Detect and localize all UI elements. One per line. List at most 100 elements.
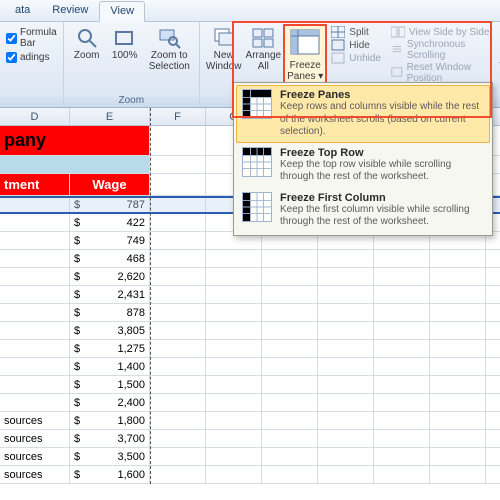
cell[interactable] bbox=[374, 466, 430, 483]
cell[interactable] bbox=[206, 376, 262, 393]
cell[interactable] bbox=[374, 358, 430, 375]
cell[interactable] bbox=[206, 322, 262, 339]
cell[interactable] bbox=[318, 448, 374, 465]
cell[interactable] bbox=[206, 358, 262, 375]
cell[interactable] bbox=[262, 250, 318, 267]
table-row[interactable]: sources$1,600 bbox=[0, 466, 500, 484]
cell-wage[interactable]: $3,500 bbox=[70, 448, 150, 465]
cell-dept[interactable] bbox=[0, 196, 70, 213]
zoom-button[interactable]: Zoom bbox=[68, 24, 106, 63]
cell[interactable] bbox=[150, 304, 206, 321]
company-banner[interactable]: pany bbox=[0, 126, 150, 155]
cell[interactable] bbox=[150, 394, 206, 411]
tab-review[interactable]: Review bbox=[41, 0, 99, 21]
cell[interactable] bbox=[206, 268, 262, 285]
cell[interactable] bbox=[318, 394, 374, 411]
chk-headings[interactable]: adings bbox=[6, 52, 57, 63]
cell[interactable] bbox=[374, 448, 430, 465]
cell[interactable] bbox=[318, 430, 374, 447]
cell[interactable] bbox=[430, 322, 486, 339]
table-row[interactable]: $1,400 bbox=[0, 358, 500, 376]
cell[interactable] bbox=[262, 412, 318, 429]
header-wage[interactable]: Wage bbox=[70, 174, 150, 195]
cell[interactable] bbox=[374, 286, 430, 303]
cell[interactable] bbox=[206, 286, 262, 303]
cell[interactable] bbox=[374, 250, 430, 267]
table-row[interactable]: $1,275 bbox=[0, 340, 500, 358]
cell[interactable] bbox=[206, 412, 262, 429]
cell[interactable] bbox=[318, 466, 374, 483]
cell[interactable] bbox=[318, 340, 374, 357]
cell[interactable] bbox=[374, 322, 430, 339]
table-row[interactable]: $468 bbox=[0, 250, 500, 268]
cell[interactable] bbox=[430, 430, 486, 447]
cell[interactable] bbox=[374, 412, 430, 429]
tab-view[interactable]: View bbox=[99, 1, 145, 22]
table-row[interactable]: $878 bbox=[0, 304, 500, 322]
cell[interactable] bbox=[150, 286, 206, 303]
cell[interactable] bbox=[150, 232, 206, 249]
cell[interactable] bbox=[150, 448, 206, 465]
cell[interactable] bbox=[430, 394, 486, 411]
hide-button[interactable]: Hide bbox=[331, 39, 381, 51]
cell[interactable] bbox=[318, 376, 374, 393]
cell[interactable] bbox=[430, 448, 486, 465]
cell[interactable] bbox=[262, 466, 318, 483]
cell-wage[interactable]: $2,431 bbox=[70, 286, 150, 303]
cell[interactable] bbox=[318, 412, 374, 429]
cell-wage[interactable]: $787 bbox=[70, 196, 150, 213]
cell-wage[interactable]: $1,500 bbox=[70, 376, 150, 393]
cell[interactable] bbox=[150, 466, 206, 483]
cell[interactable] bbox=[430, 250, 486, 267]
cell[interactable] bbox=[374, 376, 430, 393]
menu-freeze-top-row[interactable]: Freeze Top Row Keep the top row visible … bbox=[236, 143, 490, 188]
cell-dept[interactable] bbox=[0, 376, 70, 393]
cell-dept[interactable] bbox=[0, 304, 70, 321]
cell[interactable] bbox=[374, 268, 430, 285]
cell-wage[interactable]: $468 bbox=[70, 250, 150, 267]
cell-dept[interactable] bbox=[0, 394, 70, 411]
cell[interactable] bbox=[150, 196, 206, 213]
cell[interactable] bbox=[150, 376, 206, 393]
cell-wage[interactable]: $1,600 bbox=[70, 466, 150, 483]
cell[interactable] bbox=[262, 340, 318, 357]
chk-formula-bar[interactable]: Formula Bar bbox=[6, 27, 57, 49]
cell-wage[interactable]: $2,620 bbox=[70, 268, 150, 285]
cell-dept[interactable]: sources bbox=[0, 412, 70, 429]
cell[interactable] bbox=[0, 156, 150, 173]
header-dept[interactable]: tment bbox=[0, 174, 70, 195]
cell-wage[interactable]: $1,800 bbox=[70, 412, 150, 429]
cell[interactable] bbox=[430, 412, 486, 429]
cell[interactable] bbox=[206, 340, 262, 357]
cell[interactable] bbox=[318, 286, 374, 303]
cell[interactable] bbox=[430, 286, 486, 303]
cell-dept[interactable] bbox=[0, 340, 70, 357]
cell-dept[interactable] bbox=[0, 268, 70, 285]
table-row[interactable]: $1,500 bbox=[0, 376, 500, 394]
cell[interactable] bbox=[318, 322, 374, 339]
cell-dept[interactable] bbox=[0, 322, 70, 339]
menu-freeze-first-column[interactable]: Freeze First Column Keep the first colum… bbox=[236, 188, 490, 233]
cell[interactable] bbox=[262, 286, 318, 303]
cell-dept[interactable] bbox=[0, 286, 70, 303]
cell[interactable] bbox=[150, 268, 206, 285]
cell[interactable] bbox=[206, 448, 262, 465]
table-row[interactable]: $2,431 bbox=[0, 286, 500, 304]
cell-wage[interactable]: $3,805 bbox=[70, 322, 150, 339]
cell[interactable] bbox=[318, 250, 374, 267]
cell[interactable] bbox=[374, 394, 430, 411]
col-D[interactable]: D bbox=[0, 108, 70, 125]
cell[interactable] bbox=[206, 466, 262, 483]
cell[interactable] bbox=[150, 358, 206, 375]
table-row[interactable]: $3,805 bbox=[0, 322, 500, 340]
tab-data[interactable]: ata bbox=[4, 0, 41, 21]
table-row[interactable]: sources$3,500 bbox=[0, 448, 500, 466]
cell-wage[interactable]: $3,700 bbox=[70, 430, 150, 447]
table-row[interactable]: sources$1,800 bbox=[0, 412, 500, 430]
cell[interactable] bbox=[318, 304, 374, 321]
cell[interactable] bbox=[262, 430, 318, 447]
cell[interactable] bbox=[262, 376, 318, 393]
cell[interactable] bbox=[262, 358, 318, 375]
zoom-to-selection-button[interactable]: Zoom to Selection bbox=[144, 24, 195, 74]
cell-wage[interactable]: $2,400 bbox=[70, 394, 150, 411]
